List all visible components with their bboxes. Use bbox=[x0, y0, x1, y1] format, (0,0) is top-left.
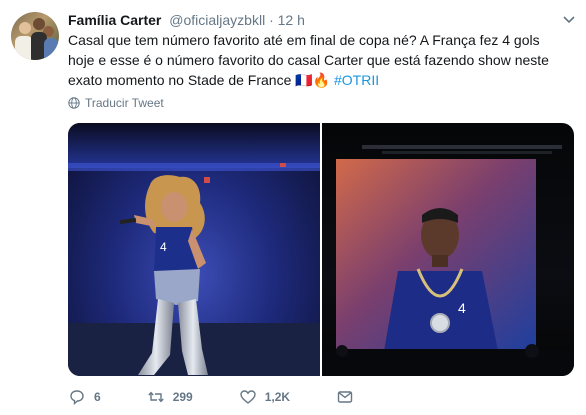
tweet-body: Casal que tem número favorito até em fin… bbox=[68, 32, 549, 88]
translate-label: Traducir Tweet bbox=[85, 96, 164, 110]
svg-text:4: 4 bbox=[160, 240, 167, 254]
retweet-count: 299 bbox=[172, 390, 193, 404]
concert-photo-left: 4 bbox=[68, 123, 320, 376]
tweet-actions: 6 299 1,2K bbox=[68, 386, 400, 408]
svg-text:4: 4 bbox=[458, 300, 466, 316]
avatar[interactable] bbox=[11, 12, 59, 60]
reply-count: 6 bbox=[94, 390, 101, 404]
tweet-time[interactable]: 12 h bbox=[278, 12, 305, 28]
tweet-text: Casal que tem número favorito até em fin… bbox=[68, 30, 558, 90]
like-button[interactable]: 1,2K bbox=[239, 388, 290, 406]
direct-message-button[interactable] bbox=[336, 388, 354, 406]
concert-photo-right: 4 bbox=[322, 145, 574, 376]
header-separator: · bbox=[269, 12, 274, 28]
message-icon bbox=[337, 391, 353, 403]
globe-icon bbox=[68, 97, 80, 109]
author-name[interactable]: Família Carter bbox=[68, 12, 161, 28]
retweet-icon bbox=[147, 391, 164, 403]
translate-tweet-link[interactable]: Traducir Tweet bbox=[68, 96, 164, 110]
tweet-card[interactable]: Família Carter @oficialjayzbkll · 12 h C… bbox=[0, 0, 586, 415]
tweet-header: Família Carter @oficialjayzbkll · 12 h bbox=[68, 11, 305, 29]
tweet-media: 4 4 bbox=[68, 123, 574, 376]
like-icon bbox=[240, 390, 256, 404]
hashtag-link[interactable]: #OTRII bbox=[334, 72, 379, 88]
photo-left[interactable]: 4 bbox=[68, 123, 320, 376]
like-count: 1,2K bbox=[264, 390, 291, 404]
photo-right[interactable]: 4 bbox=[322, 123, 574, 376]
reply-icon bbox=[70, 390, 84, 406]
author-handle[interactable]: @oficialjayzbkll bbox=[169, 12, 265, 28]
retweet-button[interactable]: 299 bbox=[147, 388, 193, 406]
reply-button[interactable]: 6 bbox=[68, 388, 101, 406]
chevron-down-icon[interactable] bbox=[562, 12, 576, 26]
